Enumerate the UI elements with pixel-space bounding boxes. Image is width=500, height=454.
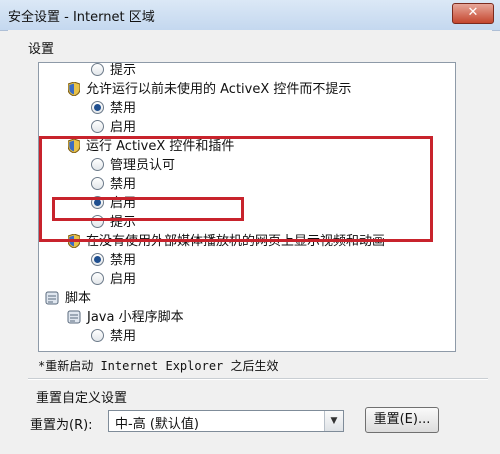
setting-heading: 允许运行以前未使用的 ActiveX 控件而不提示 xyxy=(67,80,352,100)
setting-heading: 在没有使用外部媒体播放机的网页上显示视频和动画 xyxy=(67,232,386,252)
script-icon xyxy=(45,291,59,305)
script-icon xyxy=(67,310,81,324)
shield-icon xyxy=(67,138,81,154)
title-bar: 安全设置 - Internet 区域 ✕ xyxy=(0,0,500,31)
row-label: 禁用 xyxy=(110,329,137,344)
row-label: 启用 xyxy=(110,196,137,211)
window-title: 安全设置 - Internet 区域 xyxy=(8,10,155,25)
radio-icon[interactable] xyxy=(91,63,104,76)
reset-level-select[interactable]: 中-高 (默认值) ▼ xyxy=(108,410,344,432)
script-category: Java 小程序脚本 xyxy=(67,308,184,328)
radio-option[interactable]: 禁用 xyxy=(91,327,136,347)
row-label: 提示 xyxy=(110,63,137,78)
radio-option[interactable]: 启用 xyxy=(91,194,136,214)
radio-icon[interactable] xyxy=(91,215,104,228)
radio-icon[interactable] xyxy=(91,329,104,342)
shield-icon xyxy=(67,233,81,249)
row-label: 启用 xyxy=(110,272,137,287)
reset-level-value: 中-高 (默认值) xyxy=(115,417,199,432)
row-label: 在没有使用外部媒体播放机的网页上显示视频和动画 xyxy=(86,234,386,249)
radio-icon[interactable] xyxy=(91,272,104,285)
radio-option[interactable]: 管理员认可 xyxy=(91,156,175,176)
close-button[interactable]: ✕ xyxy=(452,3,494,24)
row-label: 提示 xyxy=(110,215,137,230)
reset-group-label: 重置自定义设置 xyxy=(36,391,128,406)
chevron-down-icon[interactable]: ▼ xyxy=(324,411,343,431)
divider xyxy=(28,378,488,380)
row-label: 运行 ActiveX 控件和插件 xyxy=(86,139,235,154)
radio-option[interactable]: 提示 xyxy=(91,63,137,81)
radio-option[interactable]: 启用 xyxy=(91,118,136,138)
settings-group-label: 设置 xyxy=(28,42,55,57)
radio-icon[interactable] xyxy=(91,120,104,133)
radio-icon[interactable] xyxy=(91,253,104,266)
radio-icon[interactable] xyxy=(91,196,104,209)
reset-button[interactable]: 重置(E)... xyxy=(365,407,439,433)
radio-option[interactable]: 禁用 xyxy=(91,99,136,119)
row-label: 允许运行以前未使用的 ActiveX 控件而不提示 xyxy=(86,82,352,97)
radio-icon[interactable] xyxy=(91,101,104,114)
row-label: 脚本 xyxy=(65,291,92,306)
row-label: Java 小程序脚本 xyxy=(87,310,184,325)
shield-icon xyxy=(67,81,81,97)
radio-icon[interactable] xyxy=(91,177,104,190)
setting-heading: 运行 ActiveX 控件和插件 xyxy=(67,137,235,157)
row-label: 禁用 xyxy=(110,101,137,116)
radio-option[interactable]: 禁用 xyxy=(91,251,136,271)
settings-list[interactable]: 提示 允许运行以前未使用的 ActiveX 控件而不提示 禁用 启用 运行 Active… xyxy=(38,62,456,352)
row-label: 启用 xyxy=(110,120,137,135)
restart-note: *重新启动 Internet Explorer 之后生效 xyxy=(38,359,279,373)
row-label: 禁用 xyxy=(110,177,137,192)
reset-to-label: 重置为(R): xyxy=(30,418,93,433)
radio-icon[interactable] xyxy=(91,158,104,171)
script-category: 脚本 xyxy=(45,289,91,309)
row-label: 管理员认可 xyxy=(110,158,176,173)
radio-option[interactable]: 禁用 xyxy=(91,175,136,195)
radio-option[interactable]: 启用 xyxy=(91,270,136,290)
radio-option[interactable]: 提示 xyxy=(91,213,136,233)
row-label: 禁用 xyxy=(110,253,137,268)
